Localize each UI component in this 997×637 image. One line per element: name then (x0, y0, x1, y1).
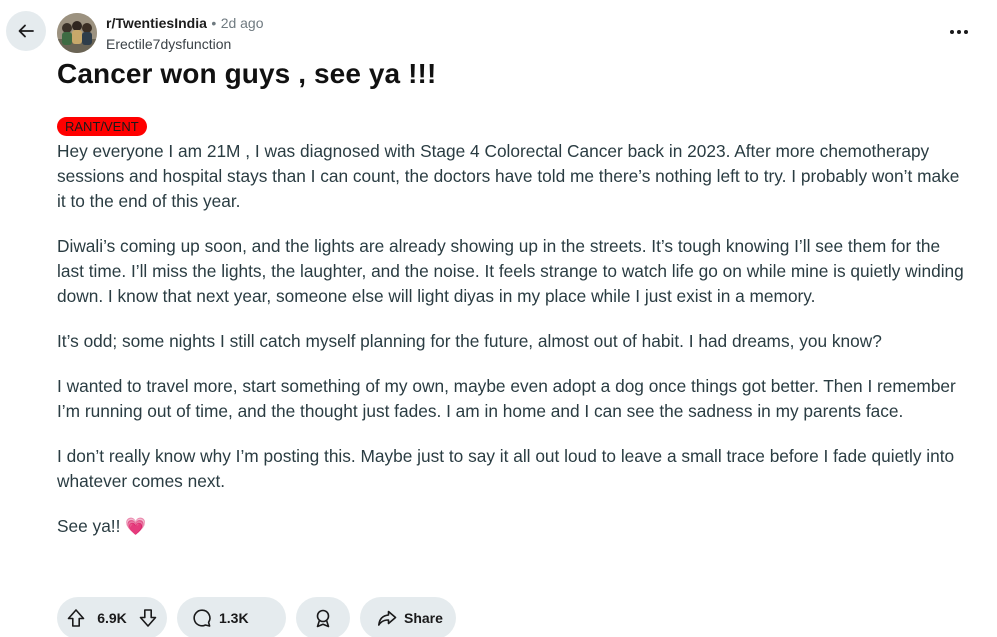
comment-bubble-icon (191, 607, 213, 629)
post-paragraph: I wanted to travel more, start something… (57, 376, 956, 421)
share-arrow-icon (376, 607, 398, 629)
vote-count: 6.9K (97, 610, 127, 626)
post-page: r/TwentiesIndia • 2d ago Erectile7dysfun… (0, 0, 997, 637)
upvote-arrow-icon[interactable] (65, 607, 87, 629)
post-time: 2d ago (220, 15, 264, 31)
subreddit-avatar[interactable] (57, 13, 97, 53)
more-options-button[interactable] (945, 18, 973, 46)
share-button[interactable]: Share (360, 597, 456, 637)
post-paragraph: Hey everyone I am 21M , I was diagnosed … (57, 141, 960, 211)
signoff-text: See ya!! (57, 516, 121, 536)
post-flair[interactable]: RANT/VENT (57, 117, 147, 136)
post-paragraph: I don’t really know why I’m posting this… (57, 446, 955, 491)
post-title: Cancer won guys , see ya !!! (57, 58, 437, 89)
vote-control: 6.9K (57, 597, 167, 637)
arrow-left-icon (16, 21, 36, 41)
post-paragraph: Diwali’s coming up soon, and the lights … (57, 236, 964, 306)
share-label: Share (404, 610, 443, 626)
post-actions: 6.9K 1.3K Share (57, 597, 456, 637)
author-link[interactable]: Erectile7dysfunction (106, 35, 264, 53)
post-body: Hey everyone I am 21M , I was diagnosed … (57, 139, 967, 559)
back-button[interactable] (6, 11, 46, 51)
award-icon (312, 607, 334, 629)
award-button[interactable] (296, 597, 350, 637)
comment-count: 1.3K (219, 610, 249, 626)
subreddit-link[interactable]: r/TwentiesIndia (106, 15, 207, 31)
post-paragraph: It’s odd; some nights I still catch myse… (57, 331, 882, 351)
post-meta: r/TwentiesIndia • 2d ago Erectile7dysfun… (106, 14, 264, 53)
heart-emoji-icon: 💗 (125, 517, 147, 536)
post-signoff: See ya!! 💗 (57, 514, 967, 539)
comments-button[interactable]: 1.3K (177, 597, 286, 637)
meta-separator: • (211, 15, 217, 31)
more-horizontal-icon (949, 29, 969, 35)
downvote-arrow-icon[interactable] (137, 607, 159, 629)
